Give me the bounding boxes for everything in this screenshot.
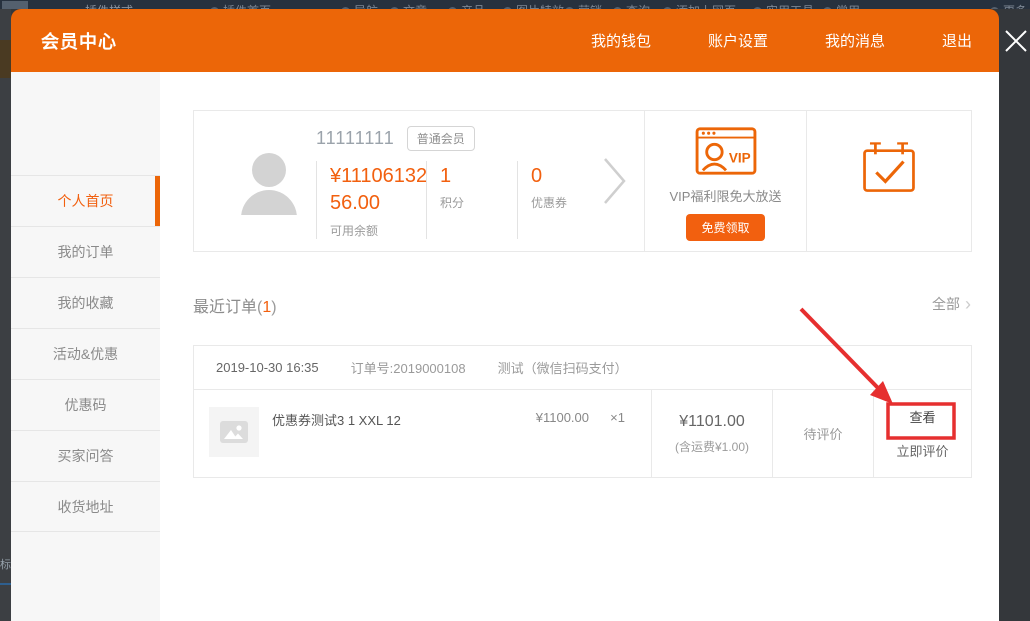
background-nav-item: 添加上网页 [663, 2, 736, 9]
vip-promo-text: VIP福利限免大放送 [670, 186, 782, 205]
nav-logout[interactable]: 退出 [942, 30, 972, 51]
order-header-row: 2019-10-30 16:35 订单号:2019000108 测试（微信扫码支… [194, 346, 971, 390]
background-nav-item: 插件首页 [210, 2, 271, 9]
calendar-check-icon [860, 139, 918, 195]
vip-promo-section: VIP VIP福利限免大放送 免费领取 [644, 111, 807, 251]
svg-text:VIP: VIP [728, 151, 750, 166]
user-info-section: 11111111 普通会员 ¥1110613256.00 可用余额 1 积分 [194, 111, 644, 251]
modal-header: 会员中心 我的钱包 账户设置 我的消息 退出 [11, 9, 999, 72]
vip-window-icon: VIP [695, 125, 757, 179]
order-status-cell: 待评价 [773, 390, 874, 477]
background-nav-item: 查询 [613, 2, 650, 9]
sidebar-item-my-favorites[interactable]: 我的收藏 [11, 277, 160, 328]
background-nav-item: 常用 [823, 2, 860, 9]
points-label: 积分 [440, 194, 517, 211]
nav-my-messages[interactable]: 我的消息 [825, 30, 885, 51]
points-value: 1 [440, 163, 517, 189]
background-nav-item: 实用工具 [753, 2, 814, 9]
page-title: 会员中心 [41, 28, 117, 54]
balance-stat[interactable]: ¥1110613256.00 可用余额 [316, 161, 426, 239]
sidebar: 个人首页 我的订单 我的收藏 活动&优惠 优惠码 买家问答 收货地址 [11, 72, 160, 621]
order-row: 优惠券测试3 1 XXL 12 ¥1100.00 ×1 ¥1101.00 (含运… [194, 390, 971, 477]
background-nav-item: 营销 [565, 2, 602, 9]
nav-my-wallet[interactable]: 我的钱包 [591, 30, 651, 51]
background-block [0, 40, 11, 78]
background-left-strip: 标 [0, 9, 11, 621]
sidebar-item-coupon-code[interactable]: 优惠码 [11, 379, 160, 430]
sidebar-item-personal-home[interactable]: 个人首页 [11, 175, 160, 226]
review-now-button[interactable]: 立即评价 [896, 441, 948, 460]
user-detail-chevron[interactable] [602, 156, 628, 211]
member-level-badge: 普通会员 [407, 126, 475, 151]
product-unit-price: ¥1100.00 [501, 410, 589, 425]
balance-label: 可用余额 [330, 222, 426, 239]
nav-account-settings[interactable]: 账户设置 [708, 30, 768, 51]
order-payment-note: 测试（微信扫码支付） [498, 358, 628, 377]
close-button[interactable] [1002, 27, 1030, 55]
order-status: 待评价 [803, 424, 842, 443]
sidebar-item-shipping-address[interactable]: 收货地址 [11, 481, 160, 532]
signin-calendar-section[interactable] [807, 111, 971, 251]
shipping-note: (含运费¥1.00) [675, 438, 749, 455]
chevron-right-icon [602, 156, 628, 206]
sidebar-item-buyer-qa[interactable]: 买家问答 [11, 430, 160, 481]
background-site-logo [2, 1, 28, 9]
order-card: 2019-10-30 16:35 订单号:2019000108 测试（微信扫码支… [193, 345, 972, 478]
background-nav-item: 产品 [448, 2, 485, 9]
order-datetime: 2019-10-30 16:35 [216, 360, 319, 375]
header-nav: 我的钱包 账户设置 我的消息 退出 [591, 9, 972, 72]
coupons-label: 优惠券 [531, 194, 608, 211]
chevron-right-small-icon: › [965, 297, 971, 311]
user-summary-card: 11111111 普通会员 ¥1110613256.00 可用余额 1 积分 [193, 110, 972, 252]
order-total-price: ¥1101.00 [679, 413, 745, 431]
background-topbar-label: 插件样式 [85, 2, 133, 9]
background-browser-topbar: 插件样式 插件首页 导航 文章 产品 图片特效 营销 查询 添加上网页 实用工具… [0, 0, 1030, 9]
member-center-modal: 会员中心 我的钱包 账户设置 我的消息 退出 个人首页 我的订单 我的收藏 活动… [11, 9, 999, 621]
background-nav-item: 图片特效 [503, 2, 564, 9]
coupons-stat[interactable]: 0 优惠券 [517, 161, 608, 239]
points-stat[interactable]: 1 积分 [426, 161, 517, 239]
image-placeholder-icon [220, 421, 248, 443]
balance-value: ¥1110613256.00 [330, 163, 436, 217]
view-order-button[interactable]: 查看 [909, 407, 935, 426]
username: 11111111 [316, 128, 395, 149]
order-product-cell: 优惠券测试3 1 XXL 12 ¥1100.00 ×1 [194, 390, 652, 477]
background-nav-item: 文章 [390, 2, 427, 9]
product-quantity: ×1 [589, 410, 651, 425]
sidebar-item-my-orders[interactable]: 我的订单 [11, 226, 160, 277]
order-number: 订单号:2019000108 [351, 358, 466, 377]
avatar [236, 149, 302, 215]
order-actions-cell: 查看 立即评价 [874, 390, 971, 477]
sidebar-item-activities[interactable]: 活动&优惠 [11, 328, 160, 379]
background-nav-item: 更多 [990, 2, 1027, 9]
close-icon [1003, 28, 1029, 54]
background-nav-item: 导航 [341, 2, 378, 9]
free-claim-button[interactable]: 免费领取 [686, 214, 764, 241]
orders-count: 1 [262, 299, 271, 316]
order-total-cell: ¥1101.00 (含运费¥1.00) [652, 390, 773, 477]
product-name[interactable]: 优惠券测试3 1 XXL 12 [272, 410, 501, 429]
background-glyph: 标 [0, 556, 11, 572]
product-thumbnail[interactable] [209, 407, 259, 457]
view-all-link[interactable]: 全部 › [932, 294, 971, 314]
recent-orders-title: 最近订单(1) [193, 293, 277, 317]
coupons-value: 0 [531, 163, 608, 189]
background-divider [0, 583, 11, 585]
main-content: 11111111 普通会员 ¥1110613256.00 可用余额 1 积分 [160, 72, 999, 621]
